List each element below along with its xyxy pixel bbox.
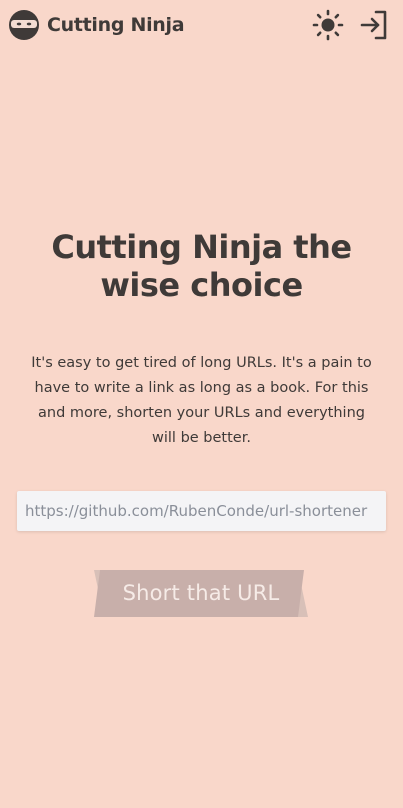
- shorten-url-label: Short that URL: [122, 581, 280, 605]
- ninja-logo-icon: [9, 10, 39, 40]
- hero-section: Cutting Ninja the wise choice It's easy …: [0, 228, 403, 451]
- sun-icon: [312, 9, 344, 41]
- header-actions: [311, 8, 391, 42]
- brand-name: Cutting Ninja: [47, 14, 185, 36]
- page: Cutting Ninja Cutting Ninja the wise cho…: [0, 0, 403, 808]
- shorten-url-button[interactable]: Short that URL: [94, 570, 308, 617]
- login-icon: [360, 10, 387, 40]
- brand-link[interactable]: Cutting Ninja: [8, 9, 185, 41]
- theme-toggle-button[interactable]: [311, 8, 345, 42]
- hero-description: It's easy to get tired of long URLs. It'…: [31, 355, 372, 446]
- hero-title: Cutting Ninja the wise choice: [51, 228, 352, 304]
- app-header: Cutting Ninja: [0, 0, 403, 52]
- url-input[interactable]: [17, 491, 386, 531]
- login-button[interactable]: [357, 8, 391, 42]
